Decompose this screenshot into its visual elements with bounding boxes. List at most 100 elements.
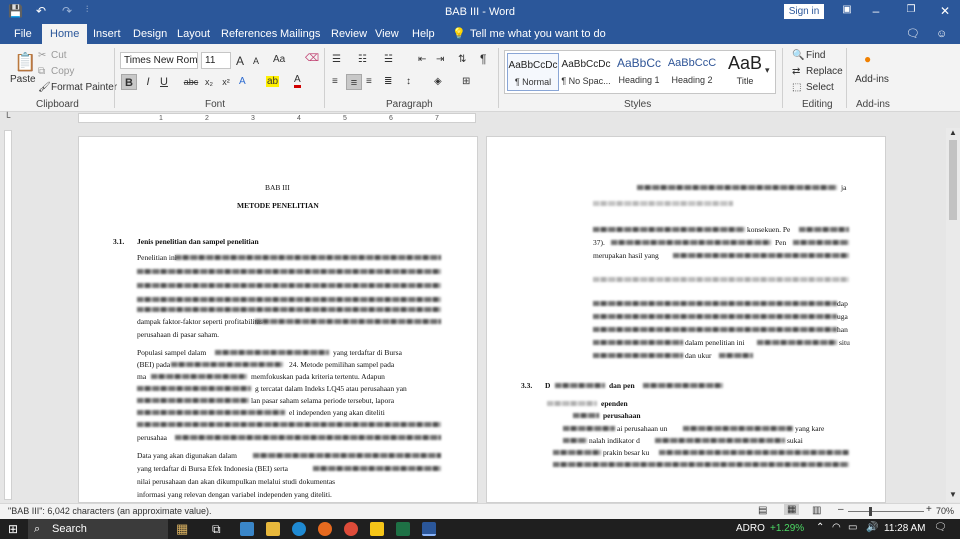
clock[interactable]: 11:28 AM — [884, 523, 926, 534]
font-name-combo[interactable]: Times New Roma — [120, 52, 198, 69]
shading-icon[interactable]: ◈ — [434, 76, 442, 87]
network-icon[interactable]: ◠ — [832, 522, 841, 533]
app-icon[interactable] — [240, 522, 254, 536]
document-page-1[interactable]: BAB III METODE PENELITIAN 3.1. Jenis pen… — [78, 136, 478, 503]
bold-button[interactable]: B — [121, 74, 137, 90]
align-center-icon[interactable]: ≡ — [346, 74, 362, 90]
edge-icon[interactable] — [292, 522, 306, 536]
print-layout-icon[interactable]: ▦ — [784, 504, 800, 515]
zoom-slider[interactable] — [848, 511, 924, 512]
zoom-out-icon[interactable]: – — [838, 504, 844, 515]
justify-icon[interactable]: ≣ — [384, 76, 392, 87]
line-spacing-icon[interactable]: ↕ — [406, 76, 411, 87]
font-size-combo[interactable]: 11 — [201, 52, 231, 69]
task-view-icon[interactable]: ⧉ — [212, 522, 221, 537]
scroll-up-icon[interactable]: ▲ — [949, 128, 957, 137]
document-page-2[interactable]: ja konsekuen. Pe 37). Pen merupakan hasi… — [486, 136, 886, 503]
tab-help[interactable]: Help — [412, 24, 435, 44]
style-heading-1[interactable]: AaBbCc Heading 1 — [613, 53, 665, 91]
vertical-scrollbar[interactable]: ▲ ▼ — [946, 128, 960, 502]
subscript-button[interactable]: x₂ — [201, 74, 217, 90]
format-painter-button[interactable]: Format Painter — [51, 82, 117, 93]
decrease-indent-icon[interactable]: ⇤ — [418, 54, 426, 65]
tab-selector-icon[interactable]: └ — [4, 112, 10, 122]
replace-button[interactable]: Replace — [806, 66, 843, 77]
taskbar-search[interactable]: ⌕ Search — [28, 519, 168, 539]
borders-icon[interactable]: ⊞ — [462, 76, 470, 87]
file-explorer-icon[interactable] — [266, 522, 280, 536]
copy-icon[interactable]: ⧉ — [38, 66, 45, 77]
align-left-icon[interactable]: ≡ — [332, 76, 338, 87]
tell-me-search[interactable]: Tell me what you want to do — [470, 24, 606, 44]
select-button[interactable]: Select — [806, 82, 834, 93]
smiley-icon[interactable]: ☺ — [936, 24, 947, 44]
volume-icon[interactable]: 🔊 — [866, 522, 878, 533]
bullets-icon[interactable]: ☰ — [332, 54, 341, 65]
strikethrough-button[interactable]: abc — [183, 74, 199, 90]
clear-formatting-icon[interactable]: ⌫ — [305, 53, 319, 64]
tab-insert[interactable]: Insert — [93, 24, 121, 44]
restore-icon[interactable]: ❐ — [901, 4, 921, 15]
excel-icon[interactable] — [396, 522, 410, 536]
cut-button[interactable]: Cut — [51, 50, 67, 61]
find-button[interactable]: Find — [806, 50, 825, 61]
text-effects-icon[interactable]: A — [239, 76, 246, 87]
add-ins-button[interactable]: Add-ins — [855, 74, 889, 85]
italic-button[interactable]: I — [140, 74, 156, 90]
add-ins-icon[interactable]: ● — [864, 52, 871, 66]
word-icon[interactable] — [422, 522, 436, 536]
style-heading-2[interactable]: AaBbCcC Heading 2 — [666, 53, 718, 91]
word-count-status[interactable]: "BAB III": 6,042 characters (an approxim… — [8, 506, 212, 516]
shrink-font-button[interactable]: A — [253, 56, 259, 66]
stock-change[interactable]: +1.29% — [770, 523, 804, 534]
tab-design[interactable]: Design — [133, 24, 167, 44]
firefox-icon[interactable] — [318, 522, 332, 536]
read-mode-icon[interactable]: ▤ — [758, 505, 767, 516]
tab-references[interactable]: References — [221, 24, 277, 44]
align-right-icon[interactable]: ≡ — [366, 76, 372, 87]
sign-in-button[interactable]: Sign in — [784, 4, 824, 19]
tray-chevron-icon[interactable]: ⌃ — [816, 522, 824, 533]
find-icon[interactable]: 🔍 — [792, 50, 804, 61]
close-icon[interactable]: ✕ — [935, 4, 955, 18]
style-title[interactable]: AaB Title — [719, 53, 771, 91]
widget-icon[interactable]: ▦ — [176, 521, 188, 537]
web-layout-icon[interactable]: ▥ — [812, 505, 821, 516]
paste-icon[interactable]: 📋 — [14, 52, 36, 73]
paste-button[interactable]: Paste — [10, 74, 36, 85]
sticky-notes-icon[interactable] — [370, 522, 384, 536]
multilevel-list-icon[interactable]: ☱ — [384, 54, 393, 65]
windows-start-icon[interactable]: ⊞ — [8, 522, 18, 536]
tab-review[interactable]: Review — [331, 24, 367, 44]
tab-layout[interactable]: Layout — [177, 24, 210, 44]
tab-view[interactable]: View — [375, 24, 399, 44]
copy-button[interactable]: Copy — [51, 66, 74, 77]
numbering-icon[interactable]: ☷ — [358, 54, 367, 65]
sort-icon[interactable]: ⇅ — [458, 54, 466, 65]
cut-icon[interactable]: ✂ — [38, 50, 46, 61]
stock-ticker[interactable]: ADRO — [736, 523, 765, 534]
styles-more-icon[interactable]: ▾ — [765, 65, 770, 76]
font-color-icon[interactable]: A — [294, 74, 301, 88]
tab-home[interactable]: Home — [42, 24, 88, 44]
chrome-icon[interactable] — [344, 522, 358, 536]
grow-font-button[interactable]: A — [236, 54, 244, 68]
style-normal[interactable]: AaBbCcDc ¶ Normal — [507, 53, 559, 91]
battery-icon[interactable]: ▭ — [848, 522, 857, 533]
highlight-icon[interactable]: ab — [266, 76, 280, 87]
vertical-ruler[interactable] — [4, 130, 12, 500]
underline-button[interactable]: U — [156, 74, 172, 90]
minimize-icon[interactable]: – — [866, 4, 886, 18]
horizontal-ruler[interactable]: 1 2 3 4 5 6 7 — [78, 113, 476, 123]
zoom-level[interactable]: 70% — [936, 506, 954, 516]
style-no-spacing[interactable]: AaBbCcDc ¶ No Spac... — [560, 53, 612, 91]
superscript-button[interactable]: x² — [218, 74, 234, 90]
tab-file[interactable]: File — [14, 24, 32, 44]
ribbon-display-icon[interactable]: ▣ — [837, 4, 857, 15]
comments-icon[interactable]: 🗨 — [906, 24, 920, 44]
show-formatting-icon[interactable]: ¶ — [480, 52, 486, 66]
zoom-slider-handle[interactable] — [869, 507, 872, 516]
increase-indent-icon[interactable]: ⇥ — [436, 54, 444, 65]
format-painter-icon[interactable]: 🖌 — [38, 82, 51, 93]
change-case-button[interactable]: Aa — [273, 54, 285, 65]
